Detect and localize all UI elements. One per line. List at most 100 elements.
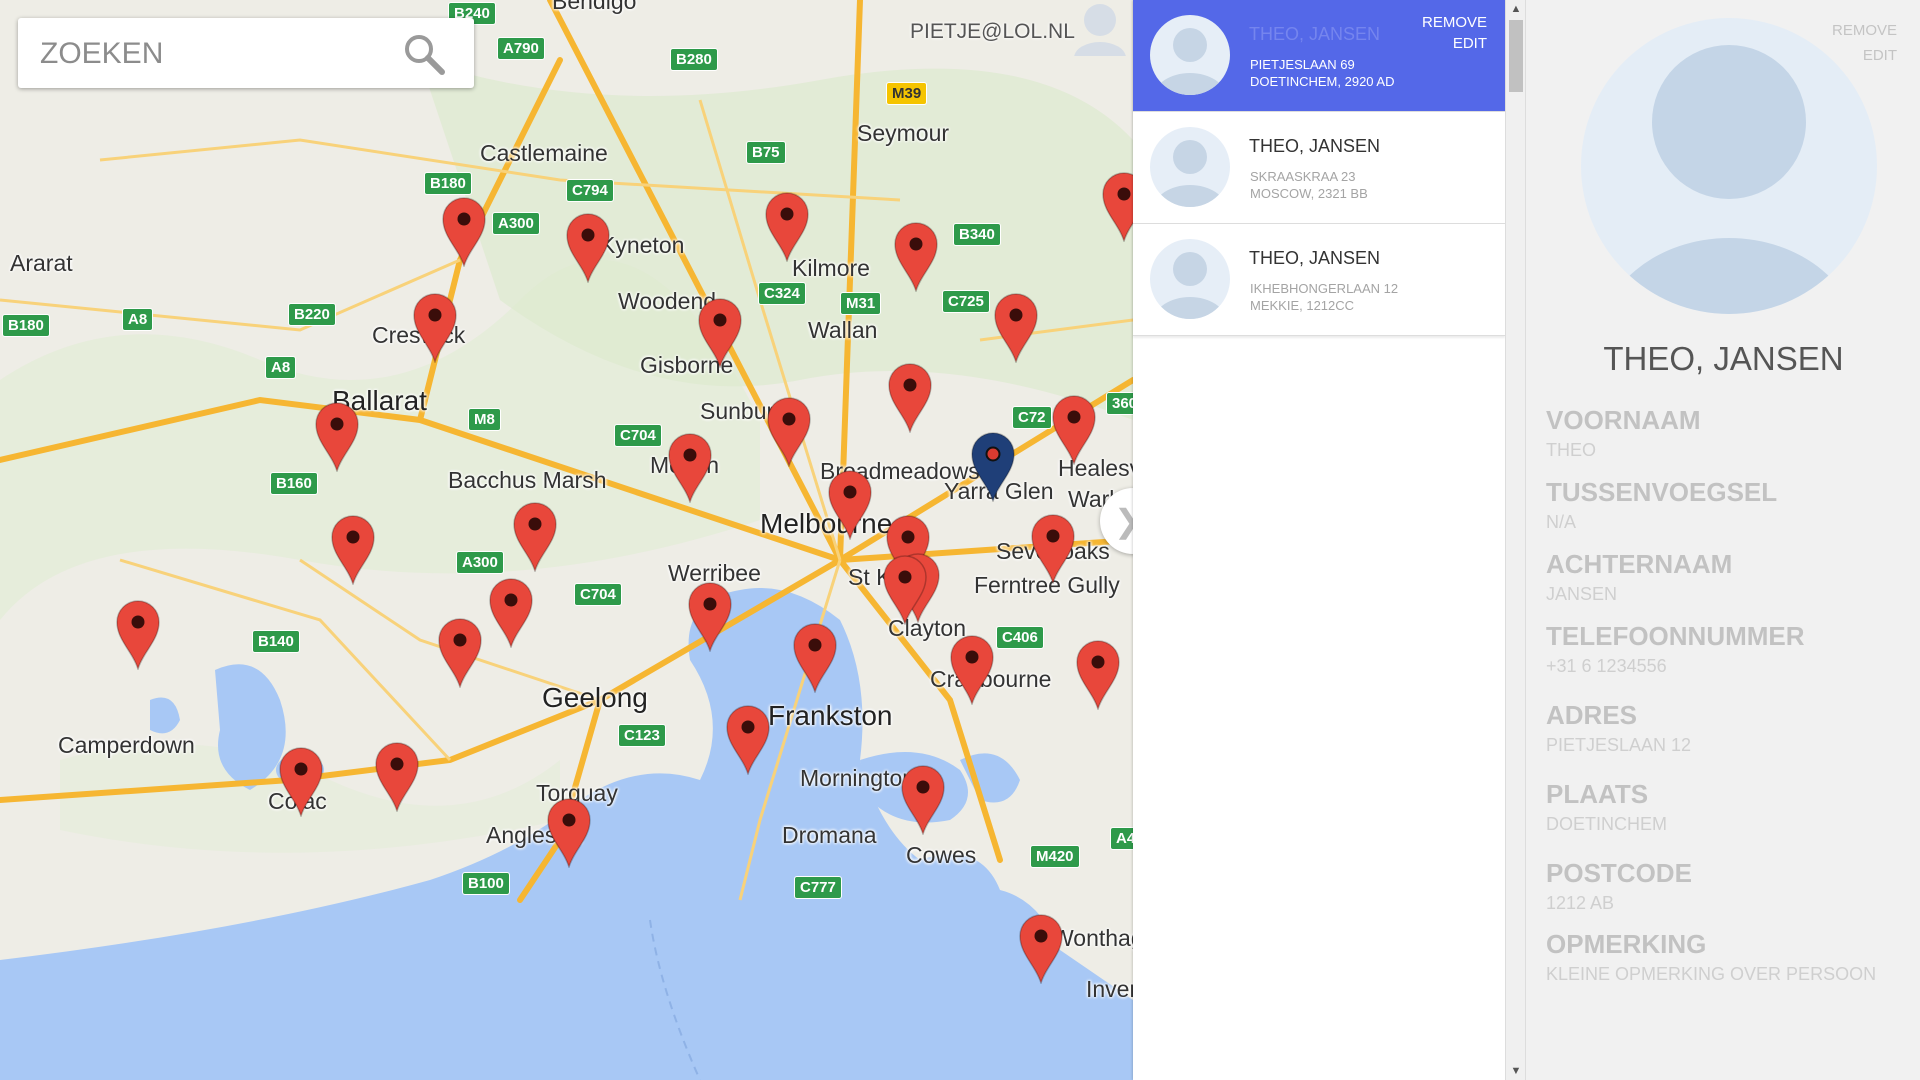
map-marker[interactable] [115,600,161,672]
road-shield: C406 [996,626,1044,649]
field-value: KLEINE OPMERKING OVER PERSOON [1546,964,1877,984]
map-label: Mornington [800,765,916,791]
map-marker[interactable] [887,363,933,435]
field-label: ADRES [1546,700,1638,730]
map-label: Geelong [542,682,648,713]
map-marker[interactable] [882,555,928,627]
map-pin-icon [888,363,932,435]
map-pin-icon [971,432,1015,504]
remove-button[interactable]: REMOVE [1832,18,1897,43]
scroll-up-icon[interactable]: ▲ [1506,0,1526,18]
field-label: PLAATS [1546,779,1649,809]
map-marker[interactable] [374,742,420,814]
road-shield: C777 [794,876,842,899]
scrollbar-thumb[interactable] [1509,20,1523,92]
avatar [1150,127,1230,207]
remove-button[interactable]: REMOVE [1422,12,1487,33]
field-label: VOORNAAM [1546,405,1701,435]
road-shield: B180 [424,172,472,195]
map-marker[interactable] [687,582,733,654]
contact-address: SKRAASKRAA 23 [1250,169,1356,184]
map-label: Castlemaine [480,140,608,166]
map-marker[interactable] [546,798,592,870]
map-pin-icon [726,705,770,777]
map-marker[interactable] [697,298,743,370]
road-shield: M8 [468,408,501,431]
road-shield: M31 [840,292,882,315]
map-marker[interactable] [412,293,458,365]
map-marker[interactable] [565,213,611,285]
field-opmerking: OPMERKING KLEINE OPMERKING OVER PERSOON [1546,929,1876,985]
map-marker[interactable] [437,618,483,690]
contact-city: MOSCOW, 2321 BB [1250,186,1368,201]
edit-button[interactable]: EDIT [1832,43,1897,68]
user-avatar[interactable] [1074,0,1126,56]
map-marker[interactable] [667,433,713,505]
map-marker[interactable] [1101,172,1133,244]
map-label: Ararat [10,250,73,276]
search-input[interactable] [38,30,402,78]
road-shield: C725 [942,290,990,313]
map-marker[interactable] [1018,914,1064,986]
map-marker[interactable] [441,197,487,269]
field-postcode: POSTCODE 1212 AB [1546,858,1692,914]
field-value: +31 6 1234556 [1546,656,1667,676]
map-marker[interactable] [893,222,939,294]
map-marker[interactable] [900,765,946,837]
map-pin-icon [566,213,610,285]
map-pin-icon [375,742,419,814]
road-shield: B75 [746,141,786,164]
map-marker[interactable] [725,705,771,777]
map-view[interactable]: Castlemaine Seymour Ararat Kilmore Kynet… [0,0,1133,1080]
field-tussenvoegsel: TUSSENVOEGSEL N/A [1546,477,1777,533]
scroll-down-icon[interactable]: ▼ [1506,1062,1526,1080]
avatar [1150,15,1230,95]
list-scrollbar[interactable]: ▲ ▼ [1505,0,1526,1080]
map-marker[interactable] [766,397,812,469]
field-telefoonnummer: TELEFOONNUMMER +31 6 1234556 [1546,621,1805,677]
field-plaats: PLAATS DOETINCHEM [1546,779,1667,835]
map-marker[interactable] [827,470,873,542]
map-marker[interactable] [278,747,324,819]
road-shield: B280 [670,48,718,71]
map-label: Wonthaggi [1052,925,1133,951]
map-marker[interactable] [314,402,360,474]
contact-item[interactable]: THEO, JANSEN SKRAASKRAA 23 MOSCOW, 2321 … [1133,112,1505,224]
map-marker[interactable] [512,502,558,574]
map-label: Seymour [857,120,950,146]
map-marker[interactable] [1075,640,1121,712]
map-pin-icon [116,600,160,672]
map-label: Bendigo [552,0,637,14]
map-label: Wallan [808,317,878,343]
field-voornaam: VOORNAAM THEO [1546,405,1701,461]
map-marker[interactable] [764,192,810,264]
search-icon[interactable] [402,32,446,76]
search-box[interactable] [18,18,474,88]
map-pin-icon [950,635,994,707]
field-label: ACHTERNAAM [1546,549,1733,579]
map-pin-icon [513,502,557,574]
edit-button[interactable]: EDIT [1422,33,1487,54]
map-marker[interactable] [330,515,376,587]
road-shield: C794 [566,179,614,202]
map-label: Bacchus Marsh [448,467,607,493]
map-pin-icon [688,582,732,654]
road-shield: C704 [574,583,622,606]
contact-item[interactable]: THEO, JANSEN IKHEBHONGERLAAN 12 MEKKIE, … [1133,224,1505,336]
map-marker[interactable] [1051,395,1097,467]
map-marker[interactable] [792,623,838,695]
map-marker-selected[interactable] [970,432,1016,504]
field-label: OPMERKING [1546,929,1707,959]
road-shield: A300 [456,551,504,574]
map-pin-icon [883,555,927,627]
map-pin-icon [894,222,938,294]
user-email[interactable]: PIETJE@LOL.NL [910,20,1075,44]
map-marker[interactable] [949,635,995,707]
map-marker[interactable] [1030,514,1076,586]
road-shield: C704 [614,424,662,447]
contact-item[interactable]: THEO, JANSEN PIETJESLAAN 69 DOETINCHEM, … [1133,0,1505,112]
contact-city: DOETINCHEM, 2920 AD [1250,74,1395,89]
map-pin-icon [279,747,323,819]
map-marker[interactable] [488,578,534,650]
map-marker[interactable] [993,293,1039,365]
